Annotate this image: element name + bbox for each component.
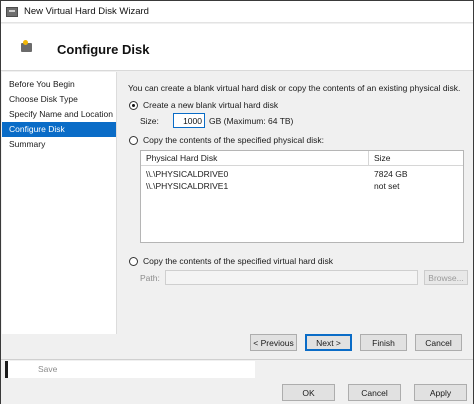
radio-physical-disk[interactable]	[129, 135, 138, 145]
option-virtual-disk-label: Copy the contents of the specified virtu…	[143, 256, 333, 266]
wizard-step-nav: Before You Begin Choose Disk Type Specif…	[2, 72, 117, 334]
ok-button[interactable]: OK	[282, 384, 335, 401]
page-header: Configure Disk	[1, 24, 473, 71]
wizard-button-bar: < Previous Next > Finish Cancel	[1, 334, 473, 359]
apply-button[interactable]: Apply	[414, 384, 467, 401]
page-title: Configure Disk	[57, 42, 150, 57]
column-physical-hard-disk[interactable]: Physical Hard Disk	[141, 151, 369, 165]
option-blank-disk[interactable]: Create a new blank virtual hard disk	[129, 100, 278, 110]
nav-item-before-you-begin[interactable]: Before You Begin	[2, 77, 116, 92]
disk-size-cell: not set	[374, 181, 400, 191]
table-row[interactable]: \\.\PHYSICALDRIVE0 7824 GB	[141, 168, 463, 180]
size-input[interactable]	[173, 113, 205, 128]
radio-virtual-disk[interactable]	[129, 256, 138, 266]
disk-name-cell: \\.\PHYSICALDRIVE1	[146, 181, 229, 191]
nav-item-summary[interactable]: Summary	[2, 137, 116, 152]
physical-disk-table: Physical Hard Disk Size \\.\PHYSICALDRIV…	[140, 150, 464, 243]
settings-footer: Save OK Cancel Apply	[1, 359, 473, 404]
option-virtual-disk[interactable]: Copy the contents of the specified virtu…	[129, 256, 333, 266]
virtual-disk-icon	[6, 6, 18, 17]
intro-text: You can create a blank virtual hard disk…	[128, 83, 461, 93]
disk-table-header: Physical Hard Disk Size	[141, 151, 463, 166]
option-blank-disk-label: Create a new blank virtual hard disk	[143, 100, 279, 110]
disk-config-icon	[21, 40, 33, 54]
size-row: Size: GB (Maximum: 64 TB)	[140, 113, 293, 128]
nav-item-choose-disk-type[interactable]: Choose Disk Type	[2, 92, 116, 107]
size-unit: GB (Maximum: 64 TB)	[209, 115, 294, 126]
wizard-cancel-button[interactable]: Cancel	[415, 334, 462, 351]
previous-button[interactable]: < Previous	[250, 334, 297, 351]
window-title: New Virtual Hard Disk Wizard	[24, 6, 149, 17]
save-label[interactable]: Save	[38, 364, 57, 374]
disk-name-cell: \\.\PHYSICALDRIVE0	[146, 169, 229, 179]
wizard-window: New Virtual Hard Disk Wizard Configure D…	[0, 0, 474, 404]
column-size[interactable]: Size	[369, 151, 463, 165]
size-label: Size:	[140, 115, 159, 126]
table-row[interactable]: \\.\PHYSICALDRIVE1 not set	[141, 180, 463, 192]
title-bar: New Virtual Hard Disk Wizard	[1, 1, 473, 23]
path-row: Path: Browse...	[140, 270, 468, 285]
path-label: Path:	[140, 272, 160, 283]
path-input[interactable]	[165, 270, 418, 285]
next-button[interactable]: Next >	[305, 334, 352, 351]
option-physical-disk[interactable]: Copy the contents of the specified physi…	[129, 135, 324, 145]
browse-button[interactable]: Browse...	[424, 270, 468, 285]
finish-button[interactable]: Finish	[360, 334, 407, 351]
footer-cancel-button[interactable]: Cancel	[348, 384, 401, 401]
nav-item-configure-disk[interactable]: Configure Disk	[2, 122, 116, 137]
nav-item-specify-name-location[interactable]: Specify Name and Location	[2, 107, 116, 122]
configure-disk-panel: You can create a blank virtual hard disk…	[118, 72, 473, 334]
radio-blank-disk[interactable]	[129, 100, 138, 110]
save-area: Save	[5, 361, 255, 378]
disk-size-cell: 7824 GB	[374, 169, 408, 179]
option-physical-disk-label: Copy the contents of the specified physi…	[143, 135, 324, 145]
